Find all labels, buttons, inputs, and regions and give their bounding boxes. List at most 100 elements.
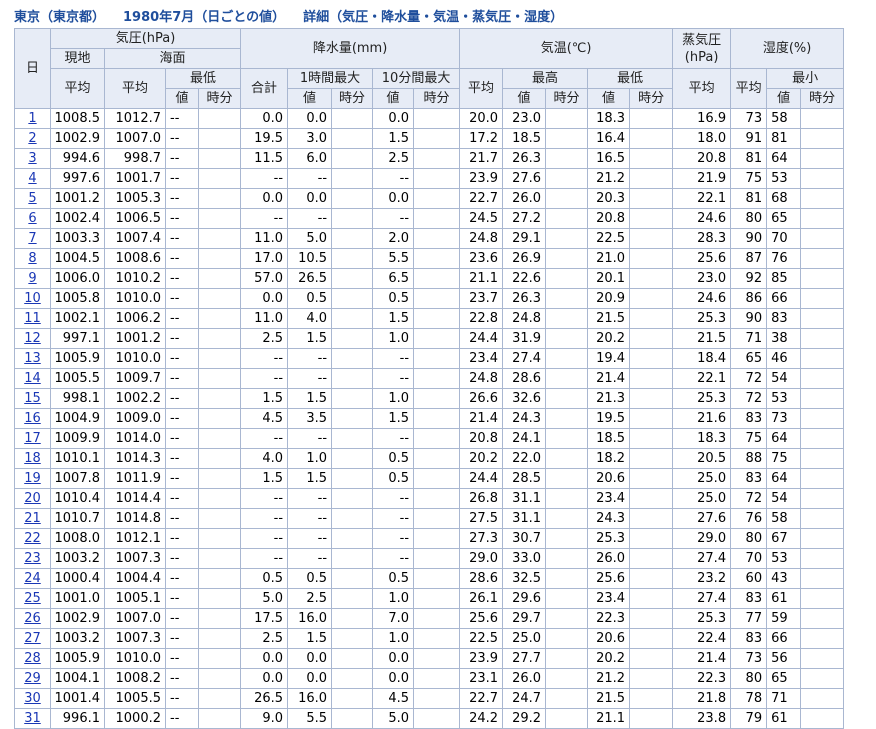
temp-avg-cell: 21.7 (459, 148, 504, 169)
temp-min-time-cell (629, 528, 674, 549)
sea-pressure-avg-cell: 1007.4 (104, 228, 166, 249)
sea-pressure-min-time-cell (197, 488, 242, 509)
sea-pressure-min-time-cell (197, 588, 242, 609)
day-link[interactable]: 10 (24, 291, 41, 306)
precip-1h-time-cell (331, 308, 374, 329)
temp-max-cell: 27.4 (502, 348, 547, 369)
temp-min-cell: 20.2 (587, 648, 631, 669)
precip-10m-max-cell: 1.5 (372, 308, 415, 329)
humidity-avg-cell: 77 (730, 608, 768, 629)
precip-10m-max-cell: -- (372, 208, 415, 229)
day-link[interactable]: 20 (24, 491, 41, 506)
day-link[interactable]: 26 (24, 611, 41, 626)
temp-min-cell: 23.4 (587, 588, 631, 609)
station-pressure-avg-cell: 1008.5 (50, 108, 105, 129)
day-link[interactable]: 18 (24, 451, 41, 466)
title-date: 1980年7月（日ごとの値） (123, 10, 286, 25)
temp-max-time-cell (545, 108, 589, 129)
table-row: 22 1008.0 1012.1 -- -- -- -- 27.3 30.7 25.3 29.0 80… (14, 528, 845, 549)
day-link[interactable]: 23 (24, 551, 41, 566)
precip-total-cell: -- (240, 528, 289, 549)
header-temp-max-time: 時分 (545, 88, 589, 109)
day-link[interactable]: 21 (24, 511, 41, 526)
temp-min-time-cell (629, 128, 674, 149)
day-link[interactable]: 4 (28, 171, 36, 186)
temp-min-cell: 20.3 (587, 188, 631, 209)
humidity-min-time-cell (800, 488, 845, 509)
humidity-min-time-cell (800, 648, 845, 669)
precip-10m-max-cell: 0.5 (372, 448, 415, 469)
precip-10m-time-cell (413, 128, 461, 149)
temp-avg-cell: 24.8 (459, 368, 504, 389)
temp-avg-cell: 28.6 (459, 568, 504, 589)
sea-pressure-min-time-cell (197, 708, 242, 729)
table-row: 30 1001.4 1005.5 -- 26.5 16.0 4.5 22.7 24.7 21.5 2… (14, 688, 845, 709)
day-link[interactable]: 12 (24, 331, 41, 346)
humidity-min-cell: 68 (766, 188, 802, 209)
humidity-min-cell: 66 (766, 288, 802, 309)
temp-avg-cell: 29.0 (459, 548, 504, 569)
temp-min-time-cell (629, 348, 674, 369)
vapor-pressure-avg-cell: 21.8 (672, 688, 732, 709)
precip-1h-max-cell: 1.5 (287, 468, 333, 489)
precip-1h-time-cell (331, 448, 374, 469)
day-link[interactable]: 14 (24, 371, 41, 386)
temp-avg-cell: 23.4 (459, 348, 504, 369)
humidity-min-cell: 71 (766, 688, 802, 709)
precip-total-cell: -- (240, 548, 289, 569)
table-row: 26 1002.9 1007.0 -- 17.5 16.0 7.0 25.6 29.7 22.3 2… (14, 608, 845, 629)
precip-1h-time-cell (331, 468, 374, 489)
precip-1h-time-cell (331, 488, 374, 509)
humidity-min-cell: 59 (766, 608, 802, 629)
temp-min-time-cell (629, 308, 674, 329)
day-link[interactable]: 22 (24, 531, 41, 546)
humidity-min-time-cell (800, 468, 845, 489)
day-link[interactable]: 19 (24, 471, 41, 486)
day-link[interactable]: 3 (28, 151, 36, 166)
day-link[interactable]: 25 (24, 591, 41, 606)
temp-min-cell: 21.5 (587, 308, 631, 329)
day-link[interactable]: 9 (28, 271, 36, 286)
temp-min-cell: 20.8 (587, 208, 631, 229)
precip-10m-time-cell (413, 208, 461, 229)
vapor-pressure-avg-cell: 27.6 (672, 508, 732, 529)
day-link[interactable]: 17 (24, 431, 41, 446)
precip-1h-time-cell (331, 508, 374, 529)
day-link[interactable]: 8 (28, 251, 36, 266)
day-link[interactable]: 11 (24, 311, 41, 326)
day-link[interactable]: 13 (24, 351, 41, 366)
day-cell: 6 (14, 208, 51, 229)
precip-total-cell: 0.0 (240, 648, 289, 669)
humidity-min-time-cell (800, 408, 845, 429)
day-cell: 26 (14, 608, 51, 629)
day-link[interactable]: 1 (28, 111, 36, 126)
day-link[interactable]: 24 (24, 571, 41, 586)
sea-pressure-min-time-cell (197, 648, 242, 669)
day-link[interactable]: 29 (24, 671, 41, 686)
day-link[interactable]: 31 (24, 711, 41, 726)
humidity-avg-cell: 60 (730, 568, 768, 589)
temp-avg-cell: 26.8 (459, 488, 504, 509)
sea-pressure-min-time-cell (197, 188, 242, 209)
table-row: 6 1002.4 1006.5 -- -- -- -- 24.5 27.2 20.8 24.6 80 6… (14, 208, 845, 229)
precip-1h-time-cell (331, 688, 374, 709)
day-link[interactable]: 6 (28, 211, 36, 226)
day-link[interactable]: 15 (24, 391, 41, 406)
day-link[interactable]: 16 (24, 411, 41, 426)
day-link[interactable]: 27 (24, 631, 41, 646)
day-link[interactable]: 5 (28, 191, 36, 206)
humidity-min-cell: 53 (766, 548, 802, 569)
temp-max-time-cell (545, 368, 589, 389)
day-link[interactable]: 2 (28, 131, 36, 146)
day-link[interactable]: 7 (28, 231, 36, 246)
sea-pressure-avg-cell: 1007.0 (104, 608, 166, 629)
precip-10m-time-cell (413, 328, 461, 349)
precip-1h-max-cell: -- (287, 368, 333, 389)
temp-min-cell: 22.5 (587, 228, 631, 249)
day-link[interactable]: 28 (24, 651, 41, 666)
humidity-avg-cell: 73 (730, 648, 768, 669)
temp-max-time-cell (545, 268, 589, 289)
day-link[interactable]: 30 (24, 691, 41, 706)
sea-pressure-avg-cell: 1014.0 (104, 428, 166, 449)
day-cell: 12 (14, 328, 51, 349)
